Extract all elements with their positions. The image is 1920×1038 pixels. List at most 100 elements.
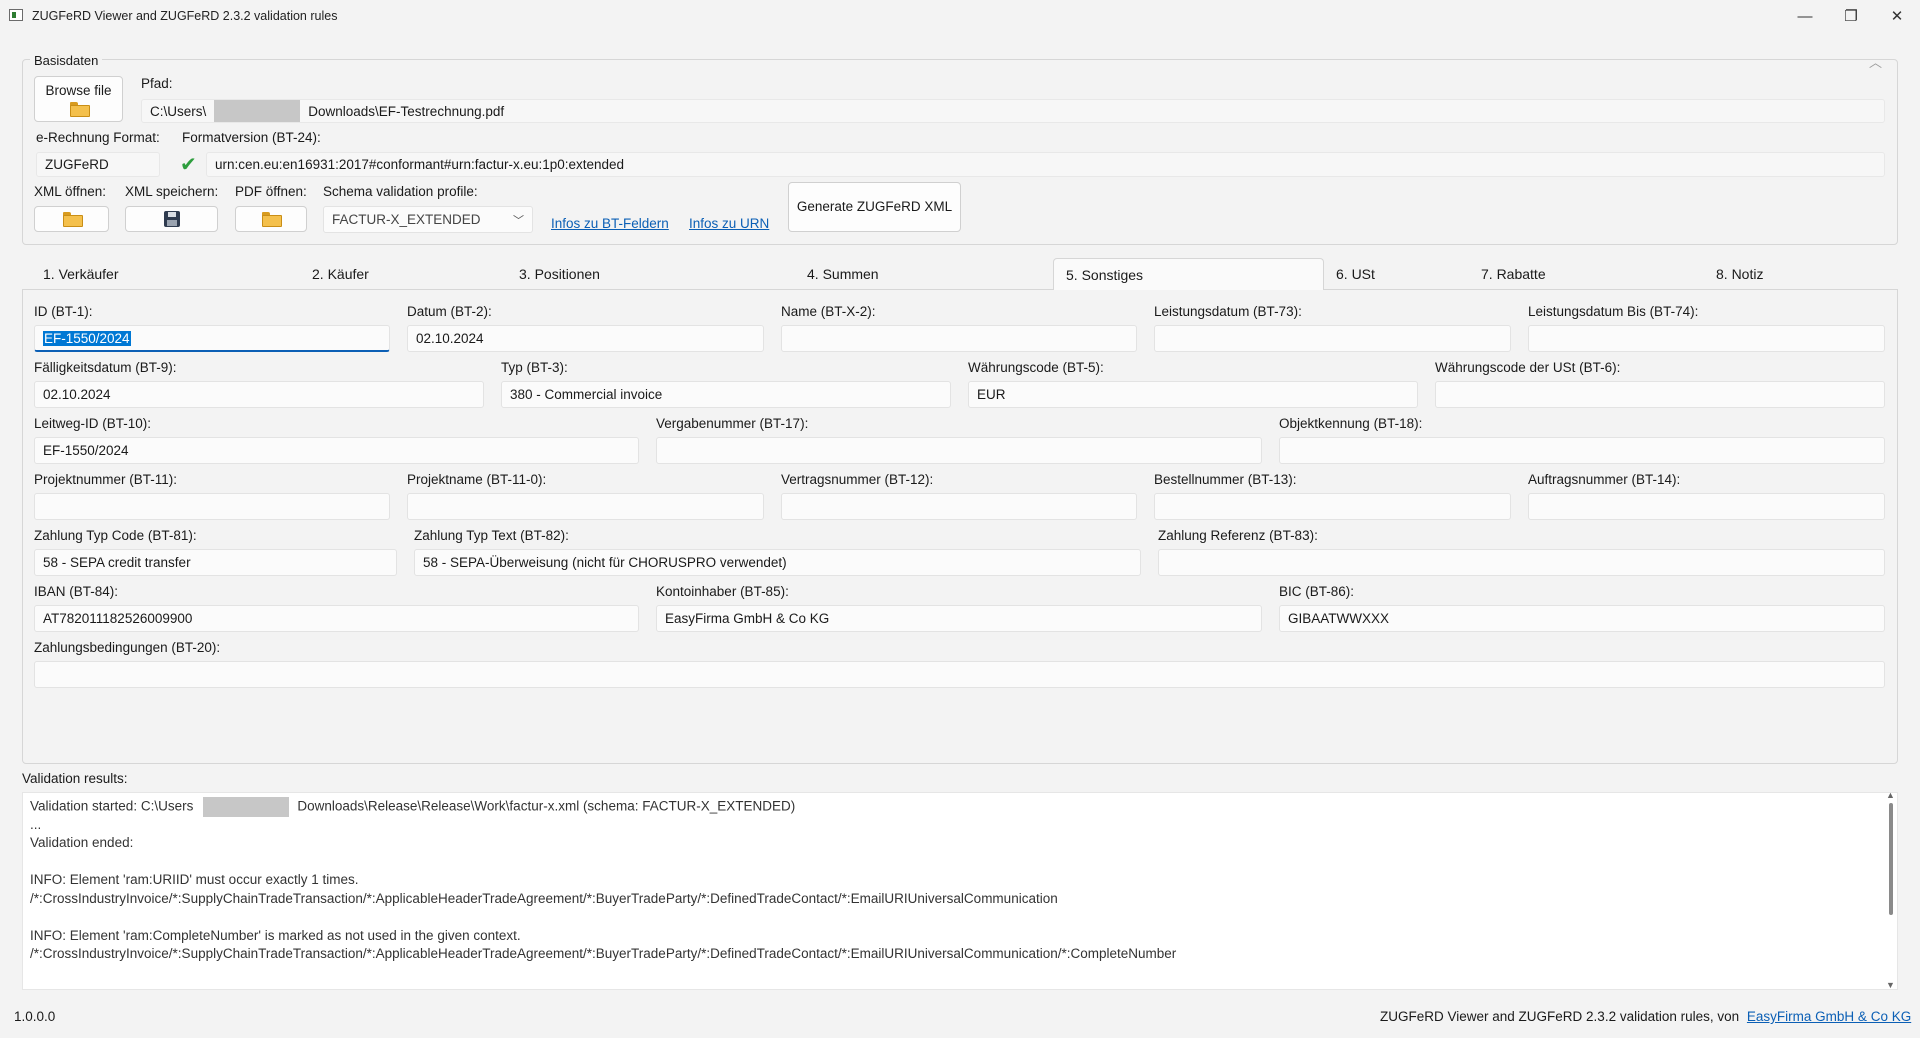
footer-text: ZUGFeRD Viewer and ZUGFeRD 2.3.2 validat… xyxy=(1380,1009,1740,1024)
formatversion-field[interactable]: urn:cen.eu:en16931:2017#conformant#urn:f… xyxy=(206,152,1885,177)
bestell-label: Bestellnummer (BT-13): xyxy=(1154,472,1297,487)
waehrung-ust-input[interactable] xyxy=(1435,381,1885,408)
scroll-down-icon[interactable]: ▼ xyxy=(1886,980,1895,990)
projektname-input[interactable] xyxy=(407,493,764,520)
xml-open-button[interactable] xyxy=(34,206,109,232)
bestell-input[interactable] xyxy=(1154,493,1511,520)
name-label: Name (BT-X-2): xyxy=(781,304,876,319)
xml-save-label: XML speichern: xyxy=(125,184,219,199)
objekt-input[interactable] xyxy=(1279,437,1885,464)
iban-input[interactable]: AT782011182526009900 xyxy=(34,605,639,632)
auftrag-label: Auftragsnummer (BT-14): xyxy=(1528,472,1681,487)
validation-started-line: Validation started: C:\Users Downloads\Re… xyxy=(30,797,1897,817)
generate-xml-button[interactable]: Generate ZUGFeRD XML xyxy=(788,182,961,232)
folder-icon xyxy=(62,212,83,227)
id-label: ID (BT-1): xyxy=(34,304,93,319)
leistungsdatum-input[interactable] xyxy=(1154,325,1511,352)
zahlungsbedingungen-input[interactable] xyxy=(34,661,1885,688)
zahlung-code-input[interactable]: 58 - SEPA credit transfer xyxy=(34,549,397,576)
tab-notiz[interactable]: 8. Notiz xyxy=(1704,258,1854,290)
schema-select[interactable]: FACTUR-X_EXTENDED ﹀ xyxy=(323,206,533,233)
validation-line: /*:CrossIndustryInvoice/*:SupplyChainTra… xyxy=(30,946,1177,961)
name-input[interactable] xyxy=(781,325,1137,352)
validation-line: ... xyxy=(30,816,42,832)
zahlung-code-label: Zahlung Typ Code (BT-81): xyxy=(34,528,197,543)
validation-line: INFO: Element 'ram:URIID' must occur exa… xyxy=(30,872,359,887)
pfad-prefix: C:\Users\ xyxy=(150,103,207,119)
iban-label: IBAN (BT-84): xyxy=(34,584,119,599)
waehrung-label: Währungscode (BT-5): xyxy=(968,360,1104,375)
browse-file-button[interactable]: Browse file xyxy=(34,76,123,122)
pfad-suffix: Downloads\EF-Testrechnung.pdf xyxy=(308,103,505,119)
typ-input[interactable]: 380 - Commercial invoice xyxy=(501,381,951,408)
typ-label: Typ (BT-3): xyxy=(501,360,568,375)
leitweg-input[interactable]: EF-1550/2024 xyxy=(34,437,639,464)
vergabe-input[interactable] xyxy=(656,437,1262,464)
tab-kaeufer[interactable]: 2. Käufer xyxy=(300,258,500,290)
tab-sonstiges[interactable]: 5. Sonstiges xyxy=(1053,258,1324,290)
validation-line xyxy=(30,908,1897,927)
pfad-label: Pfad: xyxy=(141,76,173,91)
folder-icon xyxy=(262,212,282,227)
browse-file-label: Browse file xyxy=(45,83,112,98)
validation-line: Validation ended: xyxy=(30,835,134,850)
zahlungsbedingungen-label: Zahlungsbedingungen (BT-20): xyxy=(34,640,221,655)
zahlung-text-input[interactable]: 58 - SEPA-Überweisung (nicht für CHORUSP… xyxy=(414,549,1141,576)
restore-button[interactable]: ❐ xyxy=(1828,0,1874,32)
tab-verkaeufer[interactable]: 1. Verkäufer xyxy=(31,258,291,290)
zahlung-ref-input[interactable] xyxy=(1158,549,1885,576)
xml-save-button[interactable] xyxy=(125,206,218,232)
xml-open-label: XML öffnen: xyxy=(34,184,107,199)
redacted-block xyxy=(214,100,301,122)
scrollbar-thumb[interactable] xyxy=(1889,803,1893,915)
validation-results[interactable]: Validation started: C:\Users Downloads\Re… xyxy=(22,792,1898,990)
datum-label: Datum (BT-2): xyxy=(407,304,492,319)
redacted-block xyxy=(203,797,290,817)
objekt-label: Objektkennung (BT-18): xyxy=(1279,416,1423,431)
bic-input[interactable]: GIBAATWWXXX xyxy=(1279,605,1885,632)
chevron-up-icon[interactable]: ︿ xyxy=(1869,52,1882,71)
faelligkeit-input[interactable]: 02.10.2024 xyxy=(34,381,484,408)
bic-label: BIC (BT-86): xyxy=(1279,584,1355,599)
projektnummer-label: Projektnummer (BT-11): xyxy=(34,472,178,487)
auftrag-input[interactable] xyxy=(1528,493,1885,520)
waehrung-ust-label: Währungscode der USt (BT-6): xyxy=(1435,360,1621,375)
leistungsdatum-bis-label: Leistungsdatum Bis (BT-74): xyxy=(1528,304,1699,319)
infos-urn-link[interactable]: Infos zu URN xyxy=(689,216,769,231)
vertrag-input[interactable] xyxy=(781,493,1137,520)
faelligkeit-label: Fälligkeitsdatum (BT-9): xyxy=(34,360,177,375)
zahlung-text-label: Zahlung Typ Text (BT-82): xyxy=(414,528,569,543)
leitweg-label: Leitweg-ID (BT-10): xyxy=(34,416,152,431)
leistungsdatum-bis-input[interactable] xyxy=(1528,325,1885,352)
waehrung-input[interactable]: EUR xyxy=(968,381,1418,408)
chevron-down-icon: ﹀ xyxy=(513,214,524,227)
pdf-open-button[interactable] xyxy=(235,206,307,232)
validation-label: Validation results: xyxy=(22,771,128,786)
pfad-field[interactable]: C:\Users\ Downloads\EF-Testrechnung.pdf xyxy=(141,99,1885,123)
scroll-up-icon[interactable]: ▲ xyxy=(1886,790,1895,800)
datum-input[interactable]: 02.10.2024 xyxy=(407,325,764,352)
tab-rabatte[interactable]: 7. Rabatte xyxy=(1469,258,1669,290)
basisdaten-legend: Basisdaten xyxy=(30,53,103,68)
tab-positionen[interactable]: 3. Positionen xyxy=(507,258,757,290)
infos-bt-link[interactable]: Infos zu BT-Feldern xyxy=(551,216,669,231)
format-label: e-Rechnung Format: xyxy=(36,130,160,145)
validation-started-prefix: Validation started: C:\Users xyxy=(30,798,194,814)
id-value: EF-1550/2024 xyxy=(43,330,131,346)
footer-credit: ZUGFeRD Viewer and ZUGFeRD 2.3.2 validat… xyxy=(1380,1009,1911,1024)
leistungsdatum-label: Leistungsdatum (BT-73): xyxy=(1154,304,1302,319)
id-input[interactable]: EF-1550/2024 xyxy=(34,325,390,352)
tab-summen[interactable]: 4. Summen xyxy=(795,258,1045,290)
tab-ust[interactable]: 6. USt xyxy=(1324,258,1454,290)
minimize-button[interactable]: — xyxy=(1782,0,1828,32)
vergabe-label: Vergabenummer (BT-17): xyxy=(656,416,809,431)
kontoinhaber-input[interactable]: EasyFirma GmbH & Co KG xyxy=(656,605,1262,632)
close-button[interactable]: ✕ xyxy=(1874,0,1920,32)
schema-label: Schema validation profile: xyxy=(323,184,478,199)
zahlung-ref-label: Zahlung Referenz (BT-83): xyxy=(1158,528,1318,543)
easyfirma-link[interactable]: EasyFirma GmbH & Co KG xyxy=(1747,1009,1911,1024)
format-field[interactable]: ZUGFeRD xyxy=(36,152,160,177)
validation-started-suffix: Downloads\Release\Release\Work\factur-x.… xyxy=(297,798,796,814)
formatversion-label: Formatversion (BT-24): xyxy=(182,130,321,145)
projektnummer-input[interactable] xyxy=(34,493,390,520)
